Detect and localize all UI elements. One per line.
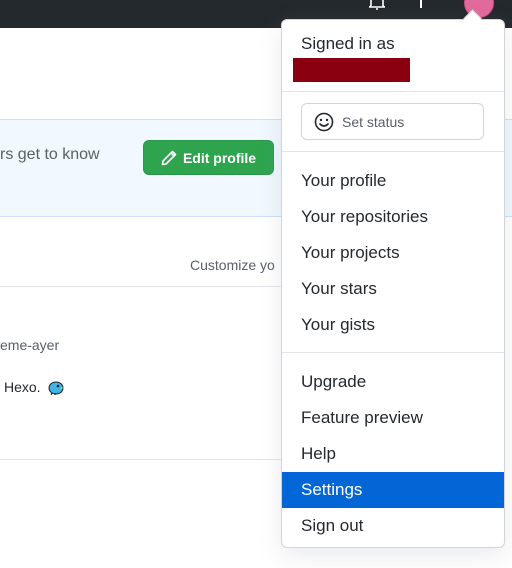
redacted-username	[293, 58, 410, 82]
menu-item-your-profile[interactable]: Your profile	[282, 163, 504, 199]
menu-item-feature-preview[interactable]: Feature preview	[282, 400, 504, 436]
signed-in-label: Signed in as	[301, 34, 395, 53]
dropdown-divider	[282, 91, 504, 92]
menu-item-settings[interactable]: Settings	[282, 472, 504, 508]
edit-profile-label: Edit profile	[182, 149, 257, 166]
menu-item-your-stars[interactable]: Your stars	[282, 271, 504, 307]
divider	[0, 459, 282, 460]
menu-item-sign-out[interactable]: Sign out	[282, 508, 504, 544]
banner-text: rs get to know	[0, 146, 100, 163]
menu-item-your-gists[interactable]: Your gists	[282, 307, 504, 343]
customize-link[interactable]: Customize yo	[190, 257, 275, 273]
pencil-icon	[161, 150, 177, 165]
repo-name-fragment: eme-ayer	[0, 337, 60, 353]
set-status-label: Set status	[342, 113, 405, 130]
menu-item-your-projects[interactable]: Your projects	[282, 235, 504, 271]
menu-item-upgrade[interactable]: Upgrade	[282, 364, 504, 400]
plus-icon[interactable]	[416, 0, 426, 10]
bell-icon[interactable]	[368, 0, 386, 10]
divider	[0, 286, 282, 287]
set-status-button[interactable]: Set status	[301, 103, 484, 140]
bird-emoji-icon	[48, 381, 64, 396]
description-text: Hexo.	[4, 379, 41, 395]
edit-profile-button[interactable]: Edit profile	[143, 140, 274, 175]
description-fragment: Hexo.	[4, 378, 65, 396]
menu-item-help[interactable]: Help	[282, 436, 504, 472]
menu-item-your-repositories[interactable]: Your repositories	[282, 199, 504, 235]
smiley-icon	[314, 112, 334, 131]
dropdown-divider	[282, 151, 504, 152]
dropdown-divider	[282, 352, 504, 353]
